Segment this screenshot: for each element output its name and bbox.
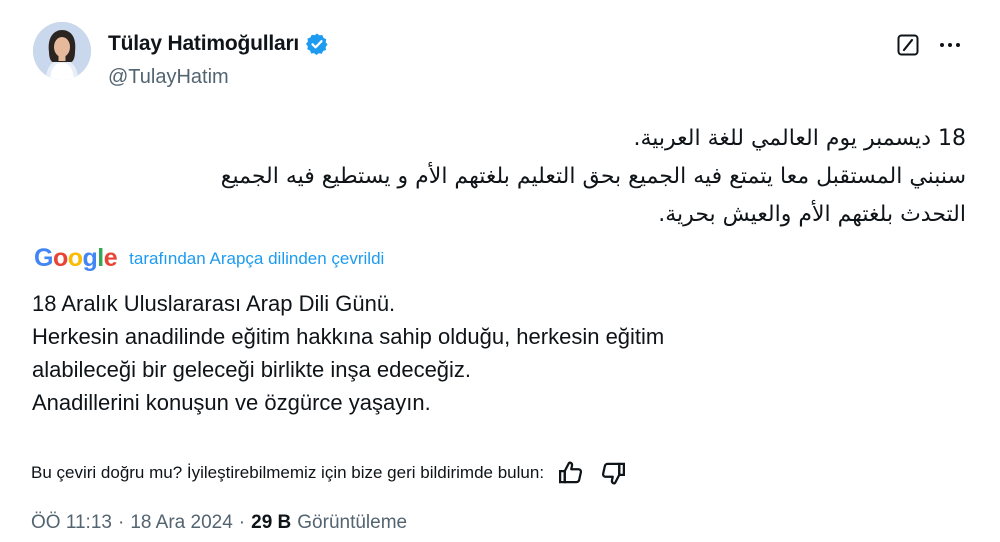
translation-feedback: Bu çeviri doğru mu? İyileştirebilmemiz i…: [31, 458, 628, 488]
verified-badge-icon[interactable]: [305, 32, 329, 56]
translated-line: Herkesin anadilinde eğitim hakkına sahip…: [32, 324, 665, 349]
translated-line: Anadillerini konuşun ve özgürce yaşayın.: [32, 390, 431, 415]
meta-separator: ·: [117, 512, 125, 533]
author-name-row: Tülay Hatimoğulları: [108, 32, 329, 56]
grok-icon[interactable]: [896, 33, 920, 57]
meta-separator: ·: [238, 512, 246, 533]
views-count[interactable]: 29 B: [251, 512, 291, 534]
author-handle[interactable]: @TulayHatim: [108, 66, 229, 89]
more-icon[interactable]: [935, 33, 965, 57]
tweet-date[interactable]: 18 Ara 2024: [130, 512, 232, 534]
translation-label[interactable]: tarafından Arapça dilinden çevrildi: [129, 249, 384, 269]
tweet-metadata: ÖÖ 11:13 · 18 Ara 2024 · 29 B Görüntülem…: [31, 512, 407, 534]
more-dot: [948, 43, 952, 47]
more-dot: [956, 43, 960, 47]
thumbs-up-icon[interactable]: [556, 458, 586, 488]
original-line: التحدث بلغتهم الأم والعيش بحرية.: [658, 202, 966, 227]
google-logo: Google: [34, 244, 118, 272]
translation-attribution[interactable]: Google tarafından Arapça dilinden çevril…: [34, 244, 384, 273]
translated-line: alabileceği bir geleceği birlikte inşa e…: [32, 357, 472, 382]
tweet-translated-text: 18 Aralık Uluslararası Arap Dili Günü. H…: [32, 287, 932, 419]
author-display-name[interactable]: Tülay Hatimoğulları: [108, 32, 299, 56]
original-line: 18 ديسمبر يوم العالمي للغة العربية.: [633, 126, 966, 151]
avatar[interactable]: [33, 22, 91, 80]
original-line: سنبني المستقبل معا يتمتع فيه الجميع بحق …: [220, 164, 966, 189]
more-dot: [940, 43, 944, 47]
thumbs-down-icon[interactable]: [598, 458, 628, 488]
feedback-question: Bu çeviri doğru mu? İyileştirebilmemiz i…: [31, 463, 545, 482]
tweet: Tülay Hatimoğulları @TulayHatim 18 ديسمب…: [0, 0, 1000, 542]
translated-line: 18 Aralık Uluslararası Arap Dili Günü.: [32, 291, 396, 316]
tweet-original-text: 18 ديسمبر يوم العالمي للغة العربية. سنبن…: [206, 120, 966, 234]
tweet-time[interactable]: ÖÖ 11:13: [31, 512, 112, 534]
views-label: Görüntüleme: [297, 512, 408, 533]
avatar-image: [33, 22, 91, 80]
